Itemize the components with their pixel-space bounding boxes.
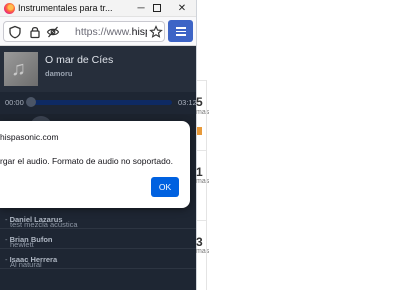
track-name: test mezcla acústica	[10, 220, 78, 229]
address-bar[interactable]: https://www.hisp	[3, 21, 165, 42]
tab-title[interactable]: Instrumentales para tr...	[18, 3, 130, 13]
list-item[interactable]: Al natural - Isaac Herrera	[0, 250, 196, 269]
lock-icon[interactable]	[28, 25, 42, 39]
audio-player: ♫ O mar de Cíes damoru	[0, 46, 196, 92]
maximize-button[interactable]	[146, 0, 168, 17]
music-note-icon: ♫	[11, 58, 26, 80]
divider	[206, 80, 207, 290]
progress-bar[interactable]	[30, 100, 172, 105]
track-artist[interactable]: damoru	[45, 69, 73, 78]
alert-origin: hispasonic.com	[0, 132, 59, 142]
ok-button[interactable]: OK	[151, 177, 179, 197]
url-domain: hisp	[131, 26, 147, 38]
alert-message: rgar el audio. Formato de audio no sopor…	[0, 156, 173, 166]
alert-dialog: hispasonic.com rgar el audio. Formato de…	[0, 121, 190, 208]
close-button[interactable]: ✕	[171, 0, 193, 17]
side-count: 3	[196, 235, 203, 249]
side-count: 5	[196, 95, 203, 109]
track-name: hewlett	[10, 240, 34, 249]
list-item[interactable]: hewlett - Brian Bufon	[0, 230, 196, 249]
firefox-icon	[4, 3, 15, 14]
maximize-icon	[153, 4, 161, 13]
window-bottom	[0, 270, 196, 290]
side-unit: mas	[196, 178, 210, 185]
browser-window: Instrumentales para tr... ─ ✕ https://ww…	[0, 0, 197, 290]
album-art: ♫	[4, 52, 38, 86]
navigation-bar: https://www.hisp	[0, 17, 196, 46]
url-text[interactable]: https://www.hisp	[75, 26, 147, 38]
list-item[interactable]: test mezcla acústica - Daniel Lazarus	[0, 210, 196, 229]
time-total: 03:12	[178, 98, 197, 107]
track-name: Al natural	[10, 260, 42, 269]
shield-icon[interactable]	[8, 25, 22, 39]
url-prefix: https://www.	[75, 26, 132, 38]
track-title: O mar de Cíes	[45, 54, 114, 66]
hamburger-menu-icon[interactable]	[168, 20, 193, 42]
title-bar: Instrumentales para tr... ─ ✕	[0, 0, 196, 17]
side-unit: mas	[196, 109, 210, 116]
progress-knob[interactable]	[26, 97, 36, 107]
time-current: 00:00	[5, 98, 24, 107]
side-unit: mas	[196, 248, 210, 255]
progress-row: 00:00 03:12	[0, 92, 197, 114]
side-count: 1	[196, 165, 203, 179]
side-marker	[197, 127, 202, 135]
star-icon[interactable]	[149, 25, 163, 39]
tracking-protection-icon[interactable]	[46, 25, 60, 39]
